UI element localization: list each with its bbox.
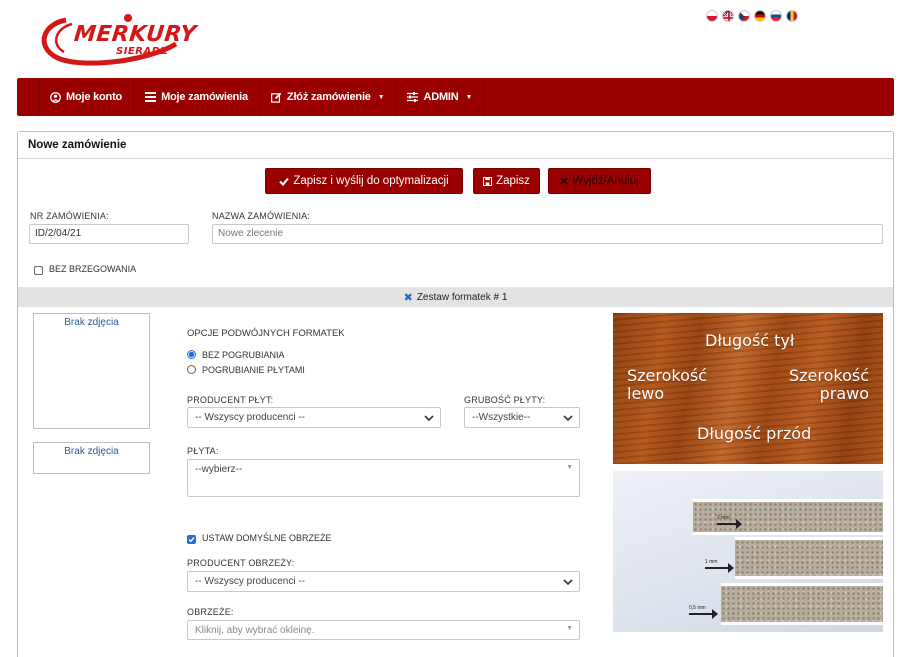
edge-producer-label: PRODUCENT OBRZEŻY: [187,558,295,568]
logo-subtext: SIERADZ [116,46,169,57]
nav-my-account-label: Moje konto [66,91,123,103]
board-sheet-bottom [721,583,883,625]
flag-ro-icon[interactable] [786,10,798,22]
chevron-down-icon: ▼ [465,93,473,101]
thickness-label-1mm: 1 mm [705,559,718,565]
board-label: PŁYTA: [187,446,219,456]
flag-de-icon[interactable] [754,10,766,22]
new-order-panel: Nowe zamówienie Zapisz i wyślij do optym… [17,131,894,657]
dropdown-arrow-icon: ▼ [566,464,573,471]
radio-no-thickening-label: BEZ POGRUBIANIA [202,350,285,360]
exit-cancel-label: Wyjdź/Anuluj [572,175,639,187]
chevron-down-icon [424,415,434,422]
panel-set-title: Zestaw formatek # 1 [416,291,508,303]
nav-place-order[interactable]: Złóż zamówienie ▼ [260,78,397,116]
board-dimensions-diagram: Długość tył Szerokość lewo Szerokość pra… [613,313,883,464]
floppy-disk-icon [483,176,493,186]
edge-producer-select[interactable]: -- Wszyscy producenci -- [187,571,580,592]
close-icon [560,177,569,185]
double-options-label: OPCJE PODWÓJNYCH FORMATEK [187,328,345,339]
chevron-down-icon [563,579,573,586]
front-length-label: Długość przód [697,424,812,443]
radio-thickening-boards-label: POGRUBIANIE PŁYTAMI [202,365,305,375]
board-select[interactable]: --wybierz-- ▼ [187,459,580,497]
remove-set-icon[interactable]: ✖ [404,291,413,304]
edge-placeholder: Kliknij, aby wybrać okleinę. [195,625,315,636]
arrow-icon [705,563,734,573]
radio-no-thickening[interactable] [187,350,196,359]
language-flags [706,10,798,22]
no-edging-label: BEZ BRZEGOWANIA [49,264,137,274]
right-width-label: Szerokość prawo [788,366,869,404]
nav-admin-label: ADMIN [423,91,459,103]
navbar-spacer [17,78,39,116]
dropdown-arrow-icon: ▼ [566,625,573,632]
nav-my-account[interactable]: Moje konto [39,78,135,116]
board-edges-photo: 2 mm 1 mm 0,5 mm [613,471,883,632]
check-icon [188,537,195,543]
nav-admin[interactable]: ADMIN ▼ [396,78,485,116]
order-name-label: NAZWA ZAMÓWIENIA: [212,211,311,221]
arrow-icon [689,609,718,619]
list-icon [145,92,157,102]
order-number-label: NR ZAMÓWIENIA: [30,211,109,221]
photo-placeholder-2: Brak zdjęcia [33,442,150,474]
logo-text: MERKURY [72,22,198,47]
default-edge-checkbox[interactable] [187,535,196,544]
left-width-line-1: Szerokość [627,366,708,385]
user-circle-icon [50,91,61,103]
nav-my-orders-label: Moje zamówienia [161,91,248,103]
panel-set-bar: ✖ Zestaw formatek # 1 [18,287,893,307]
save-and-send-button[interactable]: Zapisz i wyślij do optymalizacji [265,168,463,194]
panel-title: Nowe zamówienie [28,139,127,151]
left-width-label: Szerokość lewo [627,366,708,404]
arrow-icon [717,519,742,529]
right-width-line-1: Szerokość [788,366,869,385]
thickness-label-2mm: 2 mm [717,515,730,521]
nav-place-order-label: Złóż zamówienie [286,91,371,103]
no-edging-checkbox[interactable] [34,266,43,275]
edge-producer-value: -- Wszyscy producenci -- [195,576,306,587]
chevron-down-icon: ▼ [377,93,385,101]
thickness-label-05mm: 0,5 mm [689,605,706,611]
sliders-icon [407,92,419,102]
save-label: Zapisz [496,175,530,187]
right-width-line-2: prawo [819,384,869,404]
edge-select[interactable]: Kliknij, aby wybrać okleinę. ▼ [187,620,580,640]
save-and-send-label: Zapisz i wyślij do optymalizacji [293,175,449,187]
board-producer-label: PRODUCENT PŁYT: [187,395,274,405]
nav-my-orders[interactable]: Moje zamówienia [134,78,260,116]
order-number-field[interactable]: ID/2/04/21 [29,224,189,244]
thickness-label: GRUBOŚĆ PŁYTY: [464,395,546,405]
radio-thickening-boards[interactable] [187,365,196,374]
exit-cancel-button[interactable]: Wyjdź/Anuluj [548,168,651,194]
edit-icon [270,92,282,103]
chevron-down-icon [563,415,573,422]
order-name-field[interactable]: Nowe zlecenie [212,224,883,244]
flag-gb-icon[interactable] [722,10,734,22]
default-edge-label: USTAW DOMYŚLNE OBRZEŻE [202,533,332,543]
thickness-select[interactable]: --Wszystkie-- [464,407,580,428]
check-icon [279,177,290,186]
company-logo[interactable]: MERKURY SIERADZ [28,4,198,70]
left-width-line-2: lewo [627,384,665,404]
flag-pl-icon[interactable] [706,10,718,22]
board-producer-value: -- Wszyscy producenci -- [195,412,306,423]
board-sheet-middle [735,537,883,579]
photo-placeholder-1: Brak zdjęcia [33,313,150,429]
flag-cz-icon[interactable] [738,10,750,22]
main-navbar: Moje konto Moje zamówienia Złóż zamówien… [17,78,894,116]
no-photo-label: Brak zdjęcia [64,446,119,457]
board-value: --wybierz-- [195,464,243,475]
flag-sk-icon[interactable] [770,10,782,22]
panel-divider [18,158,893,159]
save-button[interactable]: Zapisz [473,168,540,194]
thickness-value: --Wszystkie-- [472,412,531,423]
no-photo-label: Brak zdjęcia [64,317,119,328]
board-producer-select[interactable]: -- Wszyscy producenci -- [187,407,441,428]
back-length-label: Długość tył [705,331,795,350]
edge-label: OBRZEŻE: [187,607,234,617]
